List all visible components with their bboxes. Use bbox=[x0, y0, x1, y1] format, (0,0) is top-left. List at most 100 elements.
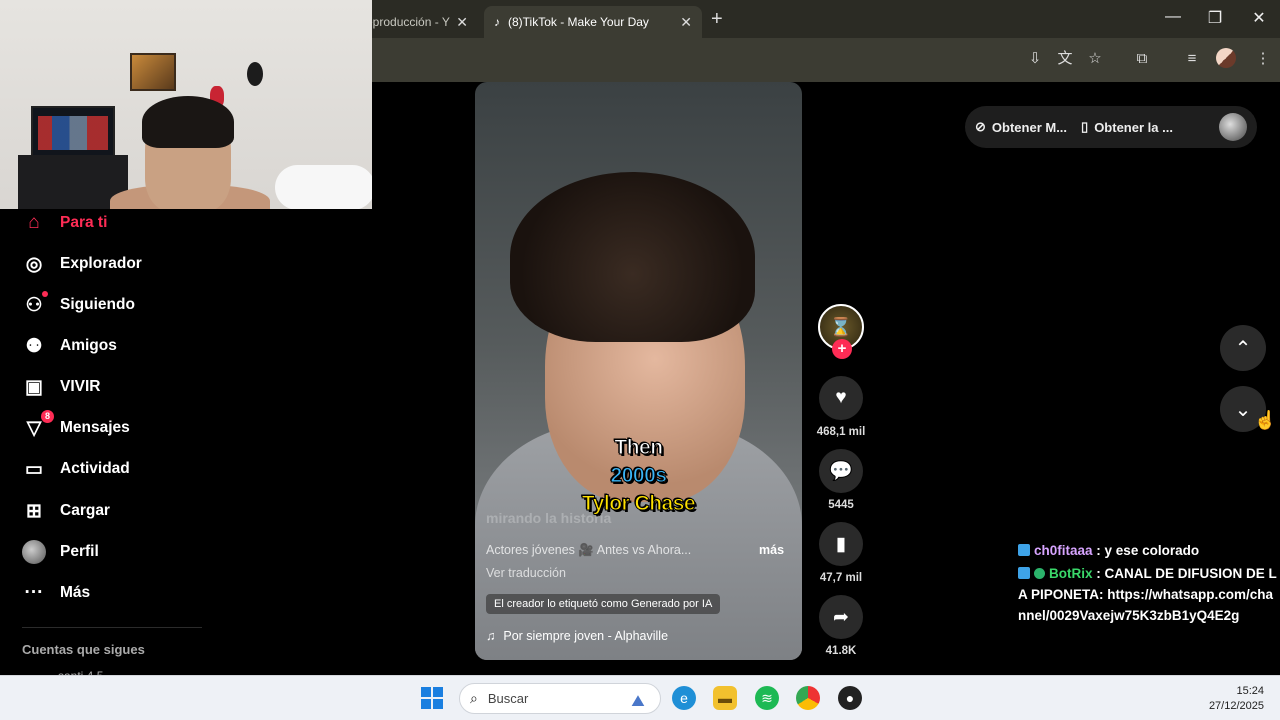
profile-avatar[interactable] bbox=[1216, 48, 1236, 68]
sidebar-item-perfil[interactable]: Perfil bbox=[22, 538, 99, 566]
activity-icon: ▭ bbox=[25, 458, 43, 480]
tv bbox=[31, 106, 115, 160]
more-icon[interactable]: ⋮ bbox=[1252, 48, 1274, 70]
webcam-overlay bbox=[0, 0, 372, 209]
mountain-widget-icon[interactable]: ⛰ bbox=[626, 690, 650, 714]
comment-button[interactable]: 💬 bbox=[819, 449, 863, 493]
translate-icon[interactable]: 文 bbox=[1054, 48, 1076, 70]
sidebar-item-para-ti[interactable]: ⌂ Para ti bbox=[22, 209, 107, 237]
streamer-badge-icon bbox=[1018, 544, 1030, 556]
upload-icon: ⊞ bbox=[26, 500, 42, 522]
get-app-label: Obtener M... bbox=[991, 119, 1068, 135]
obs-icon[interactable]: ● bbox=[838, 686, 862, 710]
clock-time: 15:24 bbox=[1236, 685, 1264, 697]
sidebar-item-label: Para ti bbox=[60, 214, 108, 231]
previous-video-button[interactable]: ⌃ bbox=[1220, 325, 1266, 371]
ai-generated-label: El creador lo etiquetó como Generado por… bbox=[486, 594, 721, 614]
chat-username: BotRix bbox=[1049, 566, 1093, 581]
music-note-icon: ♫ bbox=[486, 629, 496, 643]
save-count: 47,7 mil bbox=[819, 572, 863, 584]
sidebar-item-label: Cargar bbox=[60, 502, 110, 519]
tab-title: eproducción - Y bbox=[366, 15, 450, 29]
sidebar-item-cargar[interactable]: ⊞ Cargar bbox=[22, 497, 110, 525]
heart-icon: ♥ bbox=[835, 387, 847, 408]
user-avatar[interactable] bbox=[1219, 113, 1247, 141]
like-button[interactable]: ♥ bbox=[819, 376, 863, 420]
get-desktop-button[interactable]: ▯ Obtener la ... bbox=[1081, 119, 1173, 135]
sidebar-item-actividad[interactable]: ▭ Actividad bbox=[22, 455, 130, 483]
windows-start-icon[interactable] bbox=[421, 687, 443, 709]
video-ghost-text: mirando la historia bbox=[486, 510, 612, 526]
share-icon: ➦ bbox=[833, 606, 849, 628]
coin-icon: ⊘ bbox=[975, 119, 986, 134]
windows-taskbar: ⌕ Buscar ⛰ e ▬ ≋ ● 15:24 27/12/2025 bbox=[0, 675, 1280, 720]
folder-icon[interactable]: ▬ bbox=[713, 686, 737, 710]
sidebar-item-label: Más bbox=[60, 584, 91, 601]
sidebar-item-label: VIVIR bbox=[60, 378, 101, 395]
video-caption-line: 2000s bbox=[610, 464, 667, 488]
search-icon: ⌕ bbox=[470, 690, 478, 706]
compass-icon: ◎ bbox=[25, 253, 43, 275]
live-tv-icon: ▣ bbox=[25, 376, 43, 398]
chat-message: ch0fitaaa : y ese colorado bbox=[1018, 540, 1280, 561]
spotify-icon[interactable]: ≋ bbox=[755, 686, 779, 710]
share-button[interactable]: ➦ bbox=[819, 595, 863, 639]
sidebar-item-label: Explorador bbox=[60, 255, 142, 272]
taskbar-clock[interactable]: 15:24 27/12/2025 bbox=[1209, 684, 1264, 714]
inbox-icon: ▽ 8 bbox=[22, 410, 54, 440]
install-icon[interactable]: ⇩ bbox=[1024, 48, 1046, 70]
edge-icon[interactable]: e bbox=[672, 686, 696, 710]
unread-badge: 8 bbox=[40, 410, 54, 423]
media-icon[interactable]: ≡ bbox=[1181, 48, 1203, 70]
sidebar-item-label: Amigos bbox=[60, 337, 117, 354]
search-placeholder: Buscar bbox=[487, 691, 529, 706]
tab-tiktok[interactable]: ♪ (8)TikTok - Make Your Day ✕ bbox=[484, 6, 702, 38]
close-icon[interactable]: ✕ bbox=[456, 14, 468, 31]
star-icon[interactable]: ☆ bbox=[1084, 48, 1106, 70]
chat-username: ch0fitaaa bbox=[1034, 543, 1093, 558]
sidebar-item-amigos[interactable]: ⚉ Amigos bbox=[22, 332, 117, 360]
sidebar-item-label: Siguiendo bbox=[60, 296, 135, 313]
tiktok-icon: ♪ bbox=[494, 15, 500, 29]
pillow bbox=[275, 165, 372, 209]
chat-message: BotRix : CANAL DE DIFUSION DE LA PIPONET… bbox=[1018, 563, 1280, 626]
sidebar-item-label: Actividad bbox=[60, 460, 130, 477]
phone-icon: ▯ bbox=[1081, 119, 1089, 134]
streamer-hair bbox=[142, 96, 234, 148]
hand-cursor-icon: ☝ bbox=[1254, 410, 1277, 430]
get-app-button[interactable]: ⊘ Obtener M... bbox=[975, 119, 1067, 135]
divider bbox=[22, 627, 202, 628]
verified-icon bbox=[1034, 568, 1045, 579]
translate-link[interactable]: Ver traducción bbox=[486, 566, 566, 580]
restore-icon[interactable]: ❐ bbox=[1200, 8, 1230, 28]
sidebar-item-mas[interactable]: ··· Más bbox=[22, 579, 91, 607]
close-icon[interactable]: ✕ bbox=[1244, 8, 1274, 28]
avatar bbox=[22, 540, 46, 564]
more-button[interactable]: más bbox=[759, 543, 784, 557]
plus-icon[interactable]: + bbox=[711, 8, 723, 31]
close-icon[interactable]: ✕ bbox=[680, 14, 692, 31]
video-caption-line: Then bbox=[614, 436, 664, 460]
following-title: Cuentas que sigues bbox=[22, 642, 145, 657]
video-player[interactable]: Then 2000s Tylor Chase mirando la histor… bbox=[475, 82, 802, 660]
chevron-up-icon: ⌃ bbox=[1234, 337, 1252, 360]
following-icon: ⚇ bbox=[22, 291, 48, 317]
chrome-icon[interactable] bbox=[796, 686, 820, 710]
home-icon: ⌂ bbox=[28, 212, 40, 233]
minimize-icon[interactable]: — bbox=[1158, 8, 1188, 26]
get-desktop-label: Obtener la ... bbox=[1094, 119, 1173, 135]
music-link[interactable]: ♫ Por siempre joven - Alphaville bbox=[486, 629, 668, 643]
save-button[interactable]: ▮ bbox=[819, 522, 863, 566]
sidebar-item-explorador[interactable]: ◎ Explorador bbox=[22, 250, 142, 278]
tab-youtube[interactable]: eproducción - Y ✕ bbox=[366, 6, 478, 38]
like-count: 468,1 mil bbox=[816, 426, 866, 438]
extensions-icon[interactable]: ⧉ bbox=[1131, 48, 1153, 70]
follow-button[interactable]: + bbox=[832, 339, 852, 359]
comment-count: 5445 bbox=[828, 499, 854, 511]
sidebar-item-mensajes[interactable]: ▽ 8 Mensajes bbox=[22, 410, 130, 442]
friends-icon: ⚉ bbox=[25, 335, 43, 357]
wall-mask bbox=[247, 62, 263, 86]
sidebar-item-siguiendo[interactable]: ⚇ Siguiendo bbox=[22, 291, 135, 319]
sidebar-item-vivir[interactable]: ▣ VIVIR bbox=[22, 373, 100, 401]
chat-text: : y ese colorado bbox=[1096, 543, 1200, 558]
